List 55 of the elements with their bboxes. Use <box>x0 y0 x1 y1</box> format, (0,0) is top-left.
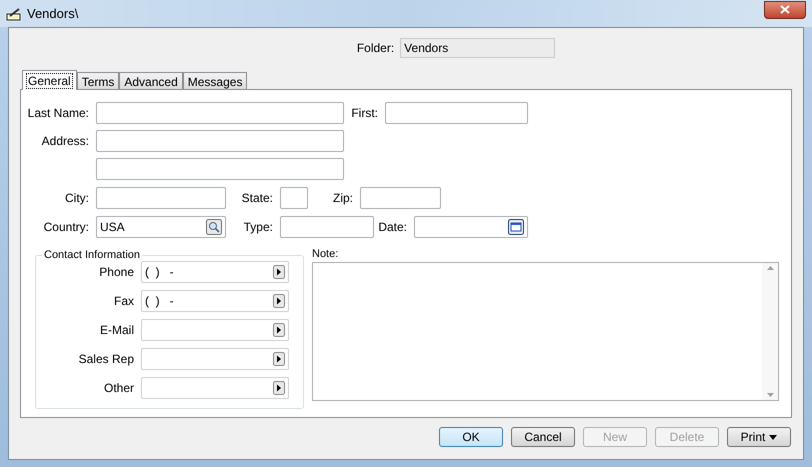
input-field[interactable] <box>280 216 374 238</box>
field-label: State: <box>242 190 273 207</box>
input-field[interactable] <box>414 216 528 238</box>
field-label: Other <box>104 380 134 397</box>
input-field[interactable] <box>141 319 289 341</box>
field-label: Type: <box>244 219 273 236</box>
search-icon[interactable] <box>206 219 222 235</box>
field-label: First: <box>351 105 378 122</box>
arrow-right-icon[interactable] <box>273 352 285 366</box>
input-field[interactable] <box>385 102 528 124</box>
down-arrow-icon[interactable] <box>766 393 774 397</box>
close-icon <box>780 5 790 14</box>
input-field[interactable] <box>96 187 226 209</box>
window-title: Vendors\ <box>27 4 78 23</box>
tab[interactable]: General <box>22 70 77 90</box>
field-label: Folder: <box>356 40 394 57</box>
dialog-button[interactable]: OK <box>439 427 503 447</box>
tab[interactable]: Advanced <box>119 72 183 89</box>
field-label: E-Mail <box>100 322 134 339</box>
calendar-icon[interactable] <box>508 219 524 235</box>
field-label: Sales Rep <box>78 351 134 368</box>
field-label: City: <box>65 190 89 207</box>
arrow-right-icon[interactable] <box>273 323 285 337</box>
field-label: Country: <box>44 219 89 236</box>
input-field[interactable] <box>96 158 344 180</box>
field-label: Fax <box>114 293 134 310</box>
input-field[interactable] <box>280 187 308 209</box>
field-label: Phone <box>99 264 134 281</box>
close-button[interactable] <box>764 0 806 18</box>
input-field[interactable]: ( ) - <box>141 261 289 283</box>
input-field[interactable] <box>141 377 289 399</box>
arrow-right-icon[interactable] <box>273 265 285 279</box>
field-label: Last Name: <box>28 105 89 122</box>
menu-button[interactable]: Print <box>727 427 791 447</box>
arrow-right-icon[interactable] <box>273 381 285 395</box>
input-field[interactable] <box>360 187 441 209</box>
field-label: Address: <box>42 133 89 150</box>
scrollbar[interactable] <box>762 263 778 400</box>
field-label: Date: <box>378 219 407 236</box>
input-field: Vendors <box>400 38 556 58</box>
input-field[interactable] <box>96 102 344 124</box>
input-field[interactable]: ( ) - <box>141 290 289 312</box>
caret-icon <box>769 434 778 440</box>
input-field[interactable] <box>96 130 344 152</box>
pencil-icon <box>6 6 22 20</box>
input-field[interactable]: USA <box>96 216 226 238</box>
tab[interactable]: Messages <box>182 72 248 89</box>
field-label: Zip: <box>332 190 353 207</box>
arrow-right-icon[interactable] <box>273 294 285 308</box>
dialog-button[interactable]: Cancel <box>511 427 575 447</box>
input-field[interactable] <box>141 348 289 370</box>
group-title: Contact Information <box>42 248 142 262</box>
field-label: Note: <box>312 248 340 260</box>
up-arrow-icon[interactable] <box>766 266 774 270</box>
tab[interactable]: Terms <box>76 72 120 89</box>
